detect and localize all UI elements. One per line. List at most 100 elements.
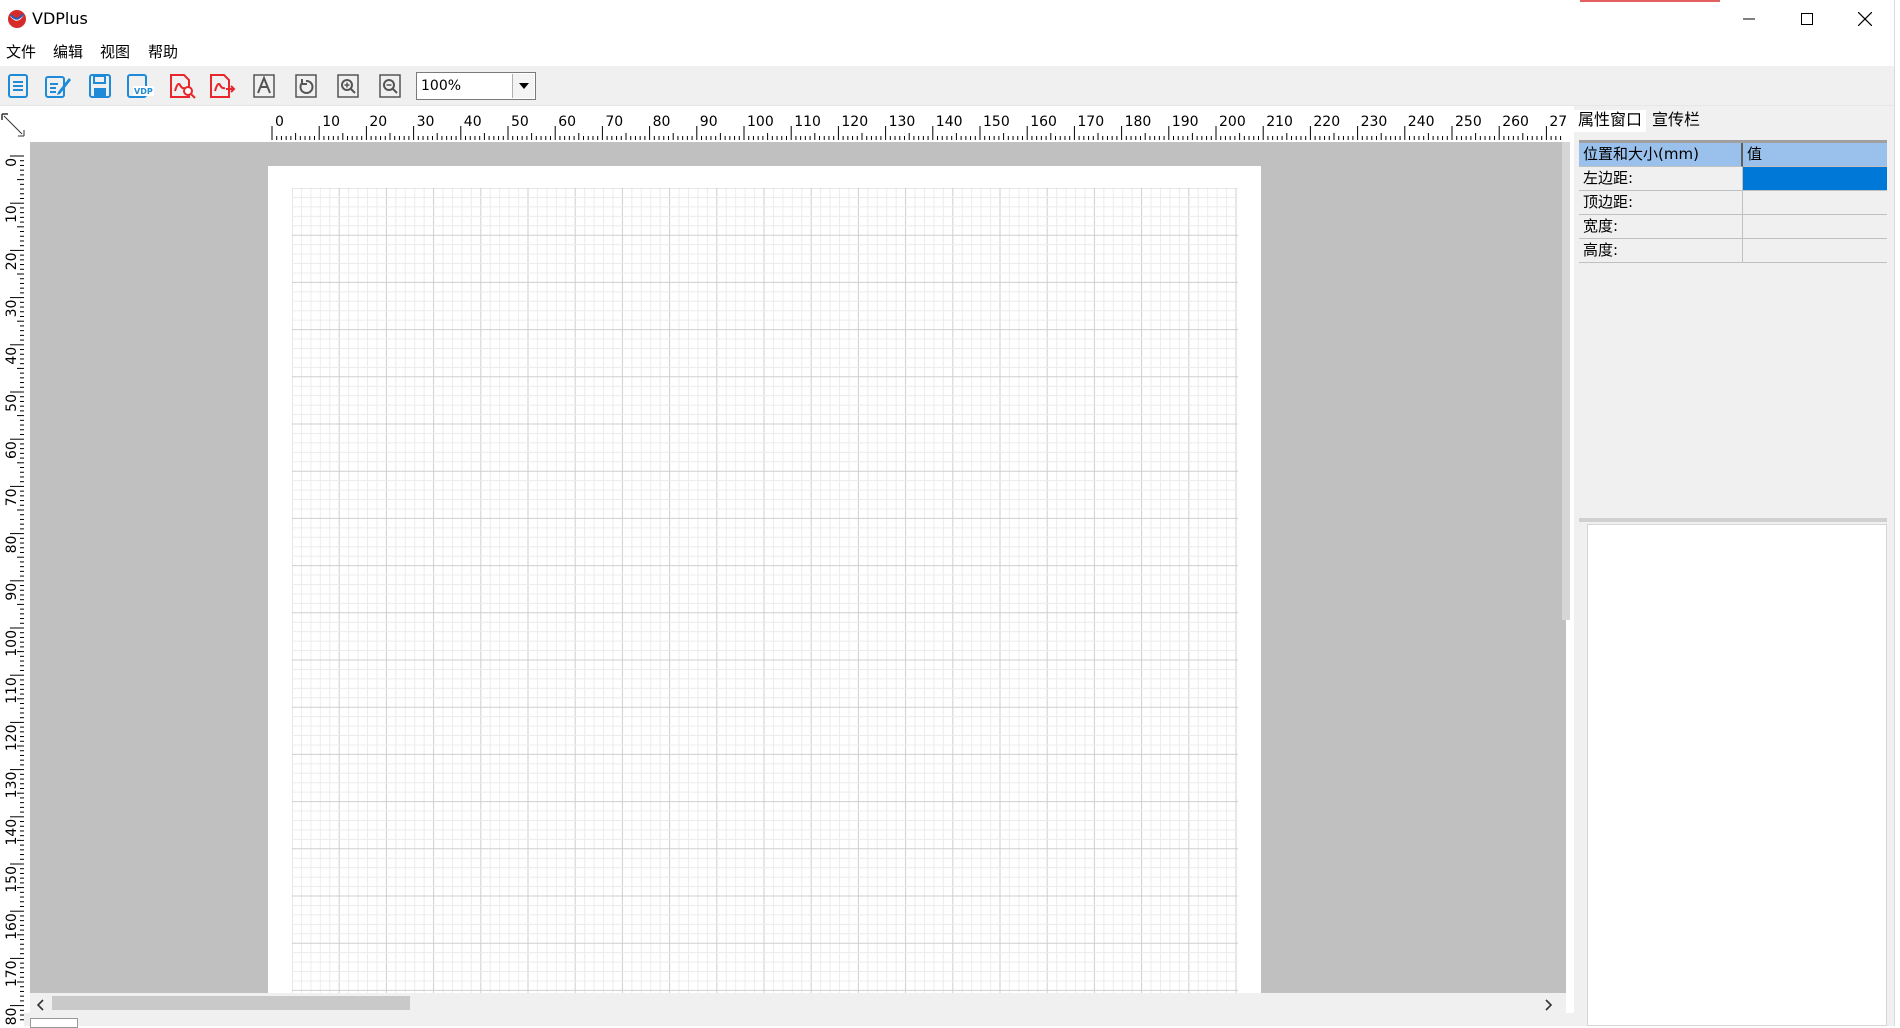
close-button[interactable] (1836, 0, 1894, 38)
property-value-height[interactable] (1743, 239, 1887, 263)
menu-view[interactable]: 视图 (100, 42, 130, 62)
ruler-top-label: 30 (417, 114, 435, 130)
ruler-left-label: 30 (4, 300, 20, 318)
property-row-width[interactable]: 宽度: (1579, 215, 1887, 239)
close-icon (1858, 12, 1872, 26)
ruler-left-label: 20 (4, 252, 20, 270)
ruler-top-label: 10 (322, 114, 340, 130)
menu-edit[interactable]: 编辑 (53, 42, 83, 62)
ruler-top-label: 150 (983, 114, 1010, 130)
ruler-top-label: 130 (889, 114, 916, 130)
ruler-left-label: 50 (4, 394, 20, 412)
rotate-button[interactable] (290, 70, 322, 102)
property-value-width[interactable] (1743, 215, 1887, 239)
zoom-in-button[interactable] (332, 70, 364, 102)
vdp-icon: VDP (127, 74, 154, 98)
property-row-top-margin[interactable]: 顶边距: (1579, 191, 1887, 215)
ruler-left: 0 10 20 30 40 50 60 70 80 90 100 110 120 130 140 150 160… (0, 140, 24, 1026)
property-label: 高度: (1579, 239, 1743, 263)
minimize-button[interactable] (1720, 0, 1778, 38)
ruler-left-label: 80 (4, 536, 20, 554)
ruler-left-label: 180 (4, 1008, 20, 1026)
window-right-edge (1894, 0, 1900, 1026)
save-button[interactable] (84, 70, 116, 102)
ruler-left-label: 110 (4, 677, 20, 704)
chevron-down-icon (518, 83, 529, 89)
zoom-select[interactable]: 100% (416, 72, 536, 100)
ruler-top-label: 240 (1408, 114, 1435, 130)
ruler-left-ticks: 0 10 20 30 40 50 60 70 80 90 100 110 120 130 140 150 160… (4, 155, 24, 1026)
page-tab[interactable] (30, 1018, 78, 1028)
menu-help[interactable]: 帮助 (148, 42, 178, 62)
vdp-button[interactable]: VDP (124, 70, 156, 102)
ruler-top-label: 230 (1361, 114, 1388, 130)
ruler-left-label: 10 (4, 205, 20, 223)
ruler-top-label: 80 (653, 114, 671, 130)
ruler-top-label: 180 (1125, 114, 1152, 130)
ruler-top-label: 140 (936, 114, 963, 130)
app-logo-icon (7, 9, 27, 29)
pdf-preview-button[interactable] (166, 70, 198, 102)
vertical-scrollbar[interactable] (1562, 142, 1570, 620)
ruler-left-label: 0 (4, 158, 20, 167)
pdf-export-button[interactable] (206, 70, 238, 102)
page-grid (292, 188, 1238, 993)
ruler-top-label: 250 (1455, 114, 1482, 130)
tab-properties[interactable]: 属性窗口 (1574, 110, 1647, 132)
title-bar: VDPlus (0, 0, 1900, 38)
ruler-left-label: 120 (4, 724, 20, 751)
design-page[interactable] (268, 166, 1261, 993)
property-label: 左边距: (1579, 167, 1743, 191)
ruler-origin-icon (1, 113, 25, 137)
ruler-top-label: 40 (464, 114, 482, 130)
zoom-out-icon (379, 74, 401, 98)
maximize-button[interactable] (1778, 0, 1836, 38)
panel-splitter[interactable] (1579, 518, 1887, 522)
ruler-left-label: 90 (4, 583, 20, 601)
canvas-area[interactable] (30, 142, 1566, 993)
ruler-top: 0 10 20 30 40 50 60 70 80 90 100 110 120 130 140 150 160… (268, 108, 1568, 140)
property-header-value[interactable]: 值 (1743, 143, 1887, 167)
ruler-corner[interactable] (0, 108, 30, 140)
pdf-export-icon (210, 74, 236, 98)
property-value-left-margin[interactable] (1743, 167, 1887, 191)
status-strip (24, 1013, 1574, 1026)
new-document-button[interactable] (2, 70, 34, 102)
ruler-top-label: 270 (1549, 114, 1568, 130)
ruler-left-label: 130 (4, 772, 20, 799)
zoom-dropdown-button[interactable] (512, 74, 534, 98)
zoom-out-button[interactable] (374, 70, 406, 102)
property-label: 宽度: (1579, 215, 1743, 239)
ruler-top-label: 50 (511, 114, 529, 130)
property-label: 顶边距: (1579, 191, 1743, 215)
ruler-left-label: 40 (4, 347, 20, 365)
edit-document-button[interactable] (42, 70, 74, 102)
ruler-top-label: 70 (605, 114, 623, 130)
ruler-left-label: 170 (4, 960, 20, 987)
maximize-icon (1801, 13, 1813, 25)
ruler-top-label: 120 (841, 114, 868, 130)
text-tool-button[interactable] (248, 70, 280, 102)
property-header-row: 位置和大小(mm) 值 (1579, 143, 1887, 167)
ruler-top-label: 260 (1502, 114, 1529, 130)
ruler-top-label: 170 (1077, 114, 1104, 130)
property-grid: 位置和大小(mm) 值 左边距: 顶边距: 宽度: 高度: (1579, 140, 1887, 518)
ruler-left-label: 150 (4, 866, 20, 893)
property-header-name[interactable]: 位置和大小(mm) (1579, 143, 1743, 167)
zoom-in-icon (337, 74, 359, 98)
tab-promotion[interactable]: 宣传栏 (1648, 110, 1705, 132)
title-bar-accent (1580, 0, 1720, 2)
ruler-left-label: 100 (4, 630, 20, 657)
toolbar: VDP 100% (0, 66, 1894, 106)
pdf-preview-icon (170, 74, 196, 99)
horizontal-scrollbar[interactable] (30, 993, 1566, 1013)
horizontal-scroll-thumb[interactable] (52, 996, 410, 1010)
property-row-height[interactable]: 高度: (1579, 239, 1887, 263)
menu-file[interactable]: 文件 (6, 42, 36, 62)
property-row-left-margin[interactable]: 左边距: (1579, 167, 1887, 191)
svg-text:VDP: VDP (134, 87, 153, 96)
app-title: VDPlus (32, 9, 88, 28)
ruler-top-label: 220 (1313, 114, 1340, 130)
property-value-top-margin[interactable] (1743, 191, 1887, 215)
new-document-icon (8, 74, 28, 98)
